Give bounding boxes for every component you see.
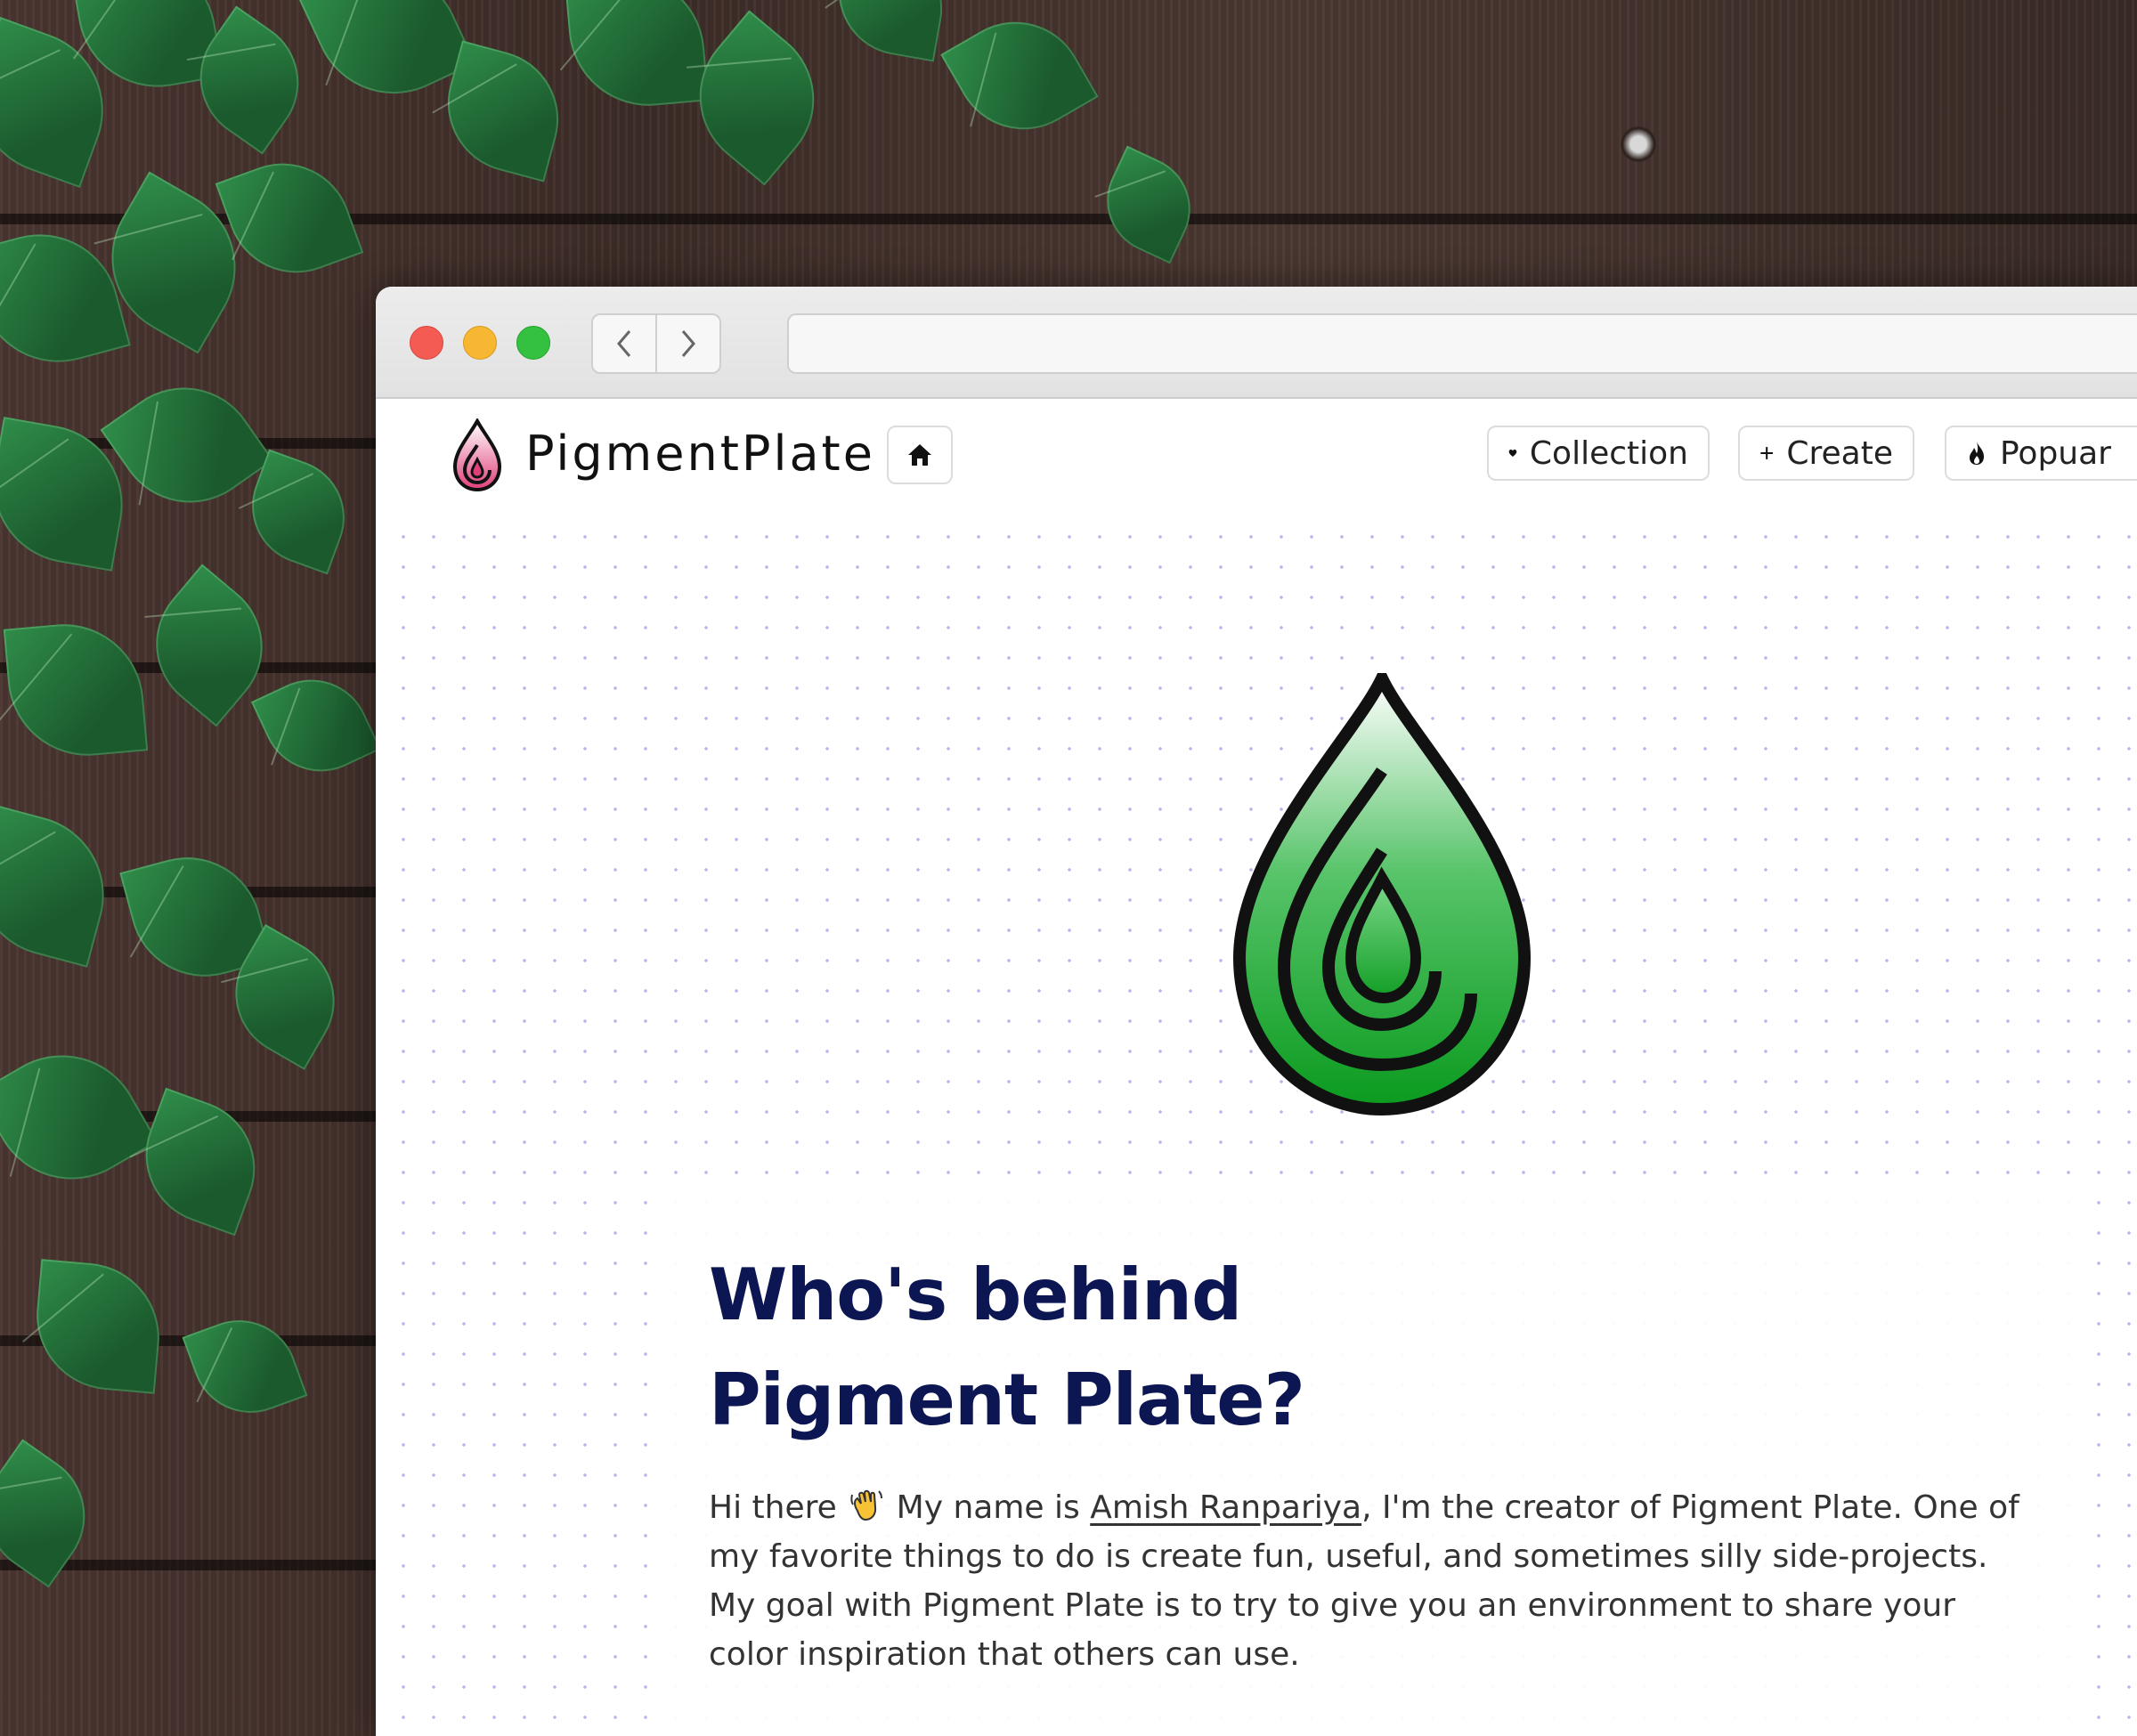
collection-button[interactable]: Collection xyxy=(1487,426,1710,481)
droplet-logo-icon[interactable] xyxy=(451,418,504,493)
waving-hand-icon xyxy=(850,1489,883,1521)
heart-icon xyxy=(1508,450,1517,457)
forward-button[interactable] xyxy=(655,313,721,374)
home-button[interactable] xyxy=(887,426,953,484)
page-title-line2: Pigment Plate? xyxy=(709,1359,1305,1441)
intro-name-prefix: My name is xyxy=(886,1489,1091,1526)
wood-knot xyxy=(1621,125,1656,164)
create-label: Create xyxy=(1786,434,1893,472)
close-window-button[interactable] xyxy=(410,326,443,360)
page-title-line1: Who's behind xyxy=(709,1253,1242,1336)
chevron-right-icon xyxy=(681,330,695,357)
browser-window: PigmentPlate Collection Create Popuar Wh… xyxy=(376,287,2137,1736)
author-link[interactable]: Amish Ranpariya xyxy=(1090,1489,1361,1526)
intro-greeting: Hi there xyxy=(709,1489,837,1526)
collection-label: Collection xyxy=(1529,434,1688,472)
popular-label: Popuar xyxy=(2000,434,2111,472)
about-page-content: Who's behind Pigment Plate? Hi there My … xyxy=(376,513,2137,1736)
browser-toolbar xyxy=(376,287,2137,399)
chevron-left-icon xyxy=(617,330,631,357)
about-card: Who's behind Pigment Plate? Hi there My … xyxy=(670,1198,2076,1736)
home-icon xyxy=(908,444,931,466)
popular-button[interactable]: Popuar xyxy=(1945,426,2137,481)
maximize-window-button[interactable] xyxy=(516,326,550,360)
address-bar[interactable] xyxy=(787,313,2137,374)
back-button[interactable] xyxy=(591,313,657,374)
site-header: PigmentPlate Collection Create Popuar xyxy=(376,399,2137,513)
page-title: Who's behind Pigment Plate? xyxy=(709,1243,1510,1453)
plus-icon xyxy=(1760,447,1774,459)
minimize-window-button[interactable] xyxy=(463,326,497,360)
fire-icon xyxy=(1970,442,1984,465)
intro-paragraph: Hi there My name is Amish Ranpariya, I'm… xyxy=(709,1483,2027,1679)
create-button[interactable]: Create xyxy=(1738,426,1914,481)
brand-name[interactable]: PigmentPlate xyxy=(525,426,875,482)
droplet-logo-icon xyxy=(1232,673,1532,1116)
